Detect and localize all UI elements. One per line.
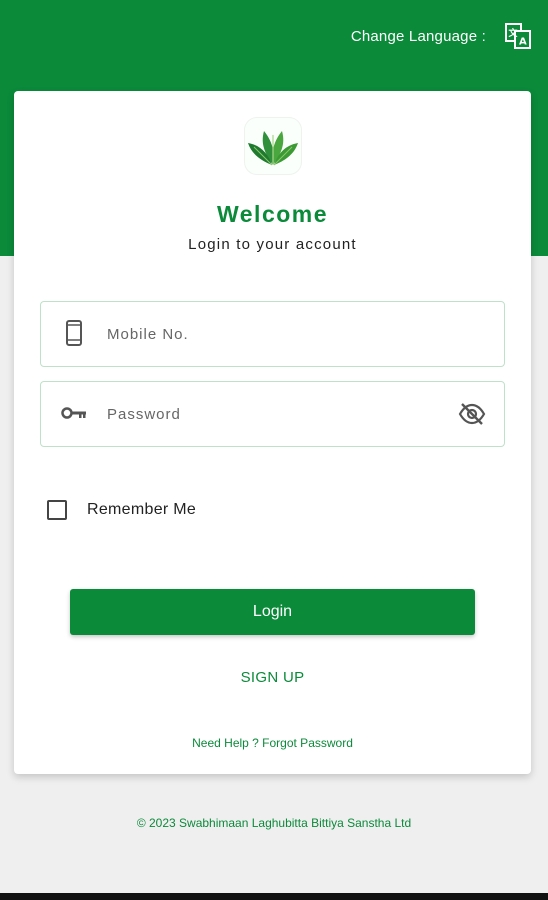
login-subtitle: Login to your account [188,236,357,253]
bottom-bar [0,893,548,900]
copyright-footer: © 2023 Swabhimaan Laghubitta Bittiya San… [136,816,412,830]
login-card: Welcome Login to your account Mobile No.… [14,91,531,774]
mobile-phone-icon [61,320,87,346]
sign-up-link[interactable]: SIGN UP [14,669,531,686]
mobile-input[interactable] [105,302,439,366]
login-button[interactable]: Login [70,589,475,635]
help-link[interactable]: Need Help ? Forgot Password [192,736,353,750]
password-field[interactable] [40,381,505,447]
forgot-password-row: Need Help ? Forgot Password [14,736,531,750]
remember-me-label: Remember Me [87,501,197,518]
key-icon [61,400,87,426]
remember-me-checkbox[interactable] [47,500,67,520]
translate-icon[interactable]: 文 A [504,22,532,50]
welcome-title: Welcome [216,201,329,227]
change-language-row[interactable]: Change Language : 文 A [351,22,532,50]
change-language-label: Change Language : [350,27,486,45]
eye-off-icon[interactable] [458,401,486,427]
leaf-logo-icon [245,118,301,174]
password-input[interactable] [105,382,439,446]
remember-me-toggle[interactable]: Remember Me [47,500,196,520]
svg-text:文: 文 [508,27,519,39]
mobile-field[interactable] [40,301,505,367]
svg-text:A: A [519,37,527,48]
